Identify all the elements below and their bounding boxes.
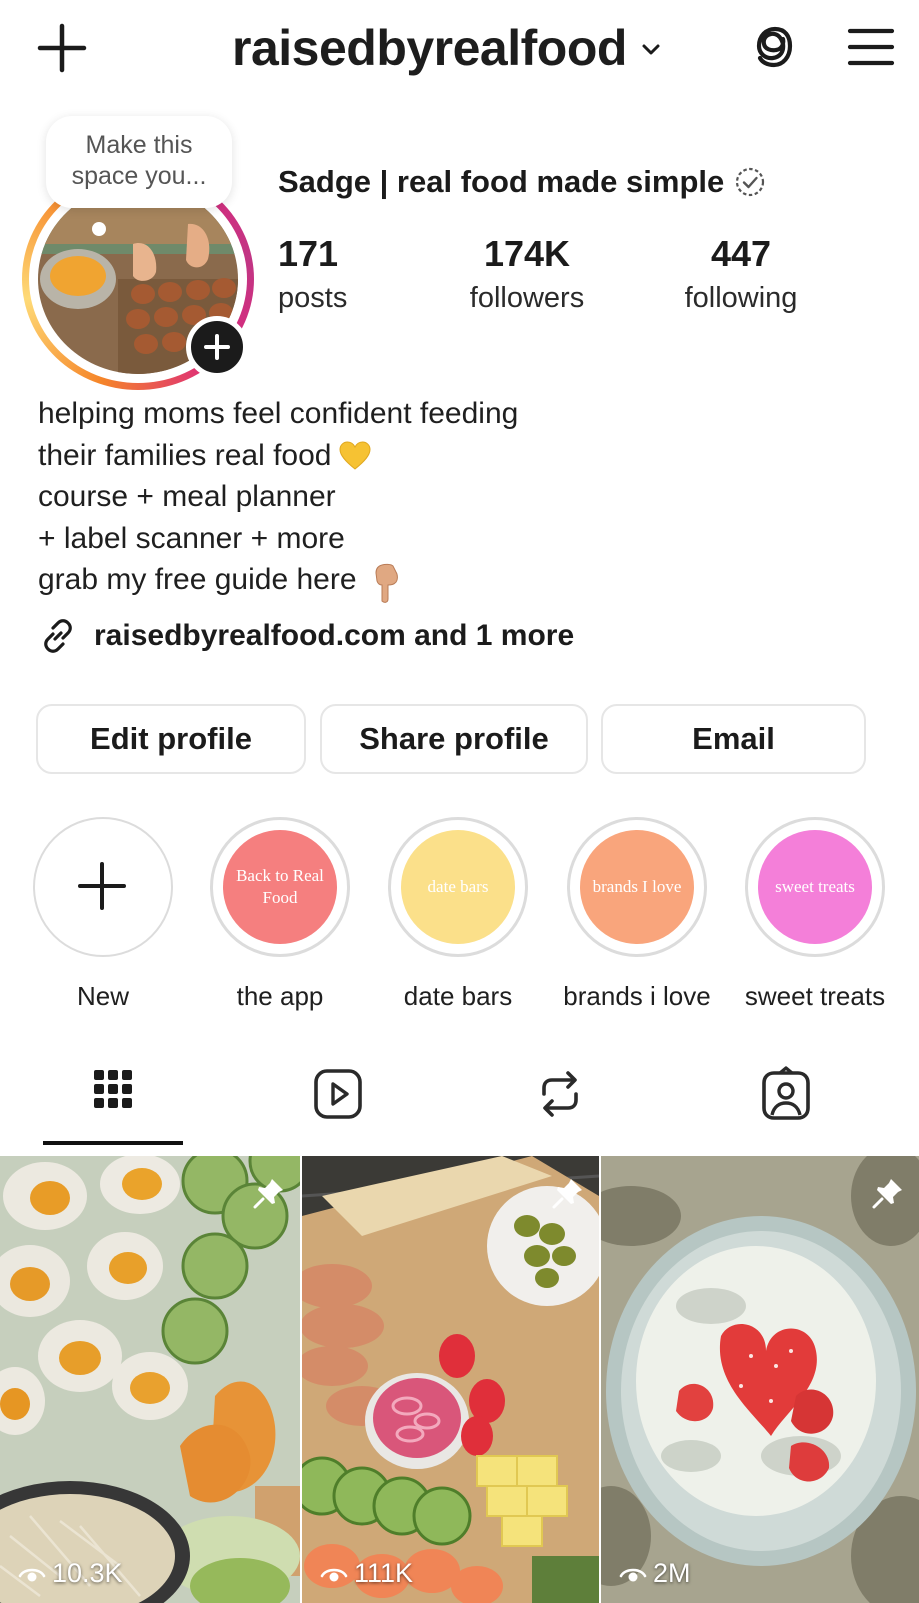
pointing-down-icon	[375, 563, 398, 603]
reels-icon[interactable]	[308, 1064, 368, 1124]
active-tab-indicator	[43, 1141, 183, 1145]
verified-badge-icon[interactable]	[734, 166, 766, 198]
highlight-cover-text: Back to Real Food	[223, 830, 337, 944]
bio-line: course + meal planner	[38, 480, 336, 513]
note-bubble[interactable]: Make this space you...	[46, 116, 232, 208]
post-image	[601, 1156, 919, 1603]
bio-line: grab my free guide here	[38, 559, 738, 603]
tagged-icon[interactable]	[756, 1064, 816, 1124]
highlight-date-bars[interactable]: date bars date bars	[383, 817, 533, 1012]
posts-grid: 10.3K 111K 2M	[0, 1156, 919, 1603]
highlight-cover: brands I love	[567, 817, 707, 957]
username: raisedbyrealfood	[232, 20, 627, 76]
pin-icon	[872, 1179, 902, 1209]
top-bar: raisedbyrealfood	[0, 0, 919, 95]
highlight-new[interactable]: New	[28, 817, 178, 1012]
bio-line: their families real food	[38, 435, 738, 477]
posts-label: posts	[278, 282, 348, 314]
share-profile-button[interactable]: Share profile	[320, 704, 588, 774]
link-text: raisedbyrealfood.com and 1 more	[94, 619, 575, 652]
eye-icon	[320, 1568, 348, 1581]
following-stat[interactable]: 447 following	[676, 232, 806, 316]
reposts-icon[interactable]	[530, 1064, 590, 1124]
bio: helping moms feel confident feeding thei…	[38, 393, 738, 603]
view-count-text: 111K	[354, 1558, 414, 1588]
display-name: Sadge | real food made simple	[278, 162, 766, 202]
post-tile[interactable]: 10.3K	[0, 1156, 300, 1603]
threads-icon[interactable]	[750, 22, 798, 72]
plus-icon[interactable]	[36, 22, 88, 74]
highlight-caption: date bars	[403, 981, 513, 1011]
highlight-caption: brands i love	[563, 981, 711, 1011]
view-count-text: 2M	[653, 1558, 691, 1588]
add-story-button[interactable]	[186, 316, 248, 378]
note-text-line2: space you...	[71, 162, 207, 190]
highlight-cover: Back to Real Food	[210, 817, 350, 957]
pin-icon	[552, 1179, 582, 1209]
post-tile[interactable]: 111K	[302, 1156, 599, 1603]
account-switcher[interactable]: raisedbyrealfood	[232, 16, 663, 80]
note-bubble-tail	[92, 222, 106, 236]
bio-link[interactable]: raisedbyrealfood.com and 1 more	[38, 616, 574, 656]
highlight-cover	[33, 817, 173, 957]
link-icon	[44, 619, 72, 653]
highlight-the-app[interactable]: Back to Real Food the app	[205, 817, 355, 1012]
pin-icon	[253, 1179, 283, 1209]
highlight-cover-text: sweet treats	[758, 830, 872, 944]
following-count: 447	[710, 233, 772, 274]
view-count-text: 10.3K	[52, 1558, 123, 1588]
followers-stat[interactable]: 174K followers	[462, 232, 592, 316]
display-name-text: Sadge | real food made simple	[278, 164, 725, 199]
followers-count: 174K	[483, 233, 571, 274]
view-count: 10.3K	[18, 1558, 123, 1589]
post-image	[0, 1156, 300, 1603]
highlight-cover: sweet treats	[745, 817, 885, 957]
view-count: 111K	[320, 1558, 413, 1589]
post-tile[interactable]: 2M	[601, 1156, 919, 1603]
posts-stat[interactable]: 171 posts	[278, 232, 347, 316]
post-image	[302, 1156, 599, 1603]
eye-icon	[18, 1568, 46, 1581]
view-count: 2M	[619, 1558, 691, 1589]
highlight-brands-i-love[interactable]: brands I love brands i love	[562, 817, 712, 1012]
highlight-cover: date bars	[388, 817, 528, 957]
following-label: following	[684, 282, 798, 314]
highlight-caption: sweet treats	[744, 981, 886, 1011]
bio-line-text: grab my free guide here	[38, 563, 357, 596]
bio-line-text: their families real food	[38, 438, 332, 472]
note-text-line1: Make this	[85, 131, 193, 159]
email-button[interactable]: Email	[601, 704, 866, 774]
followers-label: followers	[469, 282, 585, 314]
posts-count: 171	[278, 233, 339, 274]
plus-icon	[204, 334, 230, 360]
yellow-heart-icon	[339, 440, 371, 470]
bio-line: helping moms feel confident feeding	[38, 397, 519, 430]
highlight-sweet-treats[interactable]: sweet treats sweet treats	[740, 817, 890, 1012]
bio-line: + label scanner + more	[38, 521, 345, 555]
menu-icon[interactable]	[846, 26, 896, 68]
highlight-cover-text: date bars	[401, 830, 515, 944]
highlight-cover-text: brands I love	[580, 830, 694, 944]
chevron-down-icon	[642, 44, 660, 55]
edit-profile-button[interactable]: Edit profile	[36, 704, 306, 774]
plus-icon	[78, 862, 126, 910]
highlight-caption: New	[76, 981, 129, 1011]
eye-icon	[619, 1568, 647, 1581]
highlight-caption: the app	[236, 981, 324, 1011]
grid-icon[interactable]	[83, 1064, 143, 1124]
